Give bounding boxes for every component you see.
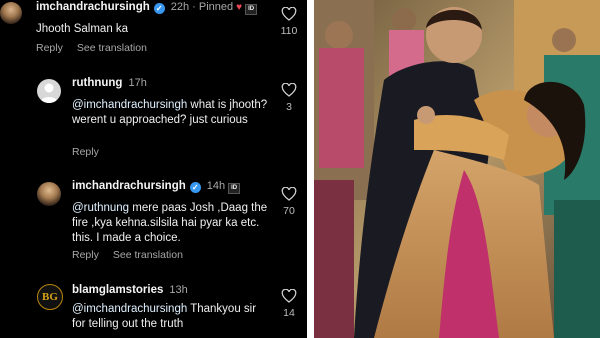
username[interactable]: imchandrachursingh	[36, 1, 150, 13]
comment-text: Jhooth Salman ka	[36, 23, 129, 35]
like-heart-icon[interactable]	[281, 7, 297, 21]
like-heart-icon[interactable]	[281, 187, 297, 201]
reply-button[interactable]: Reply	[36, 42, 63, 54]
verified-badge-icon: ✓	[153, 3, 165, 14]
comment-actions: Reply See translation	[72, 249, 197, 261]
comment-header: ruthnung 17h	[72, 77, 147, 89]
comments-panel: imchandrachursingh ✓ 22h · Pinned ♥ ID Jhoot…	[0, 0, 307, 338]
creator-tag-icon: ID	[245, 4, 258, 15]
comment-item: imchandrachursingh ✓ 14h ID @ruthnung mere …	[0, 172, 307, 272]
like-count: 110	[280, 25, 298, 37]
comment-item: imchandrachursingh ✓ 22h · Pinned ♥ ID Jhoot…	[0, 0, 307, 62]
avatar[interactable]	[0, 2, 22, 24]
comment-header: imchandrachursingh ✓ 22h · Pinned ♥ ID	[36, 1, 258, 15]
like-heart-icon[interactable]	[281, 83, 297, 97]
default-avatar-icon	[40, 83, 58, 103]
dance-scene-illustration	[314, 0, 600, 338]
like-count: 14	[283, 307, 295, 319]
see-translation-button[interactable]: See translation	[113, 249, 183, 261]
like-count: 3	[286, 101, 292, 113]
mention-link[interactable]: @imchandrachursingh	[72, 303, 187, 315]
comment-text: @imchandrachursingh Thankyou sir for tel…	[72, 302, 272, 332]
mention-link[interactable]: @ruthnung	[72, 202, 129, 214]
verified-badge-icon: ✓	[189, 182, 201, 193]
mention-link[interactable]: @imchandrachursingh	[72, 99, 187, 111]
comment-meta: 22h · Pinned	[170, 1, 234, 13]
avatar[interactable]	[37, 79, 61, 103]
like-heart-icon[interactable]	[281, 289, 297, 303]
avatar[interactable]: BG	[37, 284, 63, 310]
comment-text: @imchandrachursingh what is jhooth? were…	[72, 98, 272, 128]
avatar-monogram: BG	[42, 291, 58, 303]
username[interactable]: ruthnung	[72, 77, 122, 89]
avatar[interactable]	[37, 182, 61, 206]
reply-button[interactable]: Reply	[72, 146, 99, 158]
comment-text: @ruthnung mere paas Josh ,Daag the fire …	[72, 201, 278, 246]
comment-item: ruthnung 17h @imchandrachursingh what is …	[0, 70, 307, 165]
comment-item: BG blamglamstories 13h @imchandrachursing…	[0, 278, 307, 338]
comment-actions: Reply	[72, 146, 113, 158]
comment-meta: 13h	[169, 284, 188, 296]
see-translation-button[interactable]: See translation	[77, 42, 147, 54]
movie-still-photo	[314, 0, 600, 338]
reply-button[interactable]: Reply	[72, 249, 99, 261]
comment-header: blamglamstories 13h	[72, 284, 188, 296]
username[interactable]: imchandrachursingh	[72, 180, 186, 192]
comment-meta: 17h	[128, 77, 147, 89]
comment-meta: 14h	[206, 180, 226, 192]
comment-actions: Reply See translation	[36, 42, 161, 54]
like-count: 70	[283, 205, 295, 217]
creator-tag-icon: ID	[228, 183, 241, 194]
creator-heart-icon: ♥	[236, 2, 243, 13]
username[interactable]: blamglamstories	[72, 284, 163, 296]
comment-header: imchandrachursingh ✓ 14h ID	[72, 180, 241, 194]
